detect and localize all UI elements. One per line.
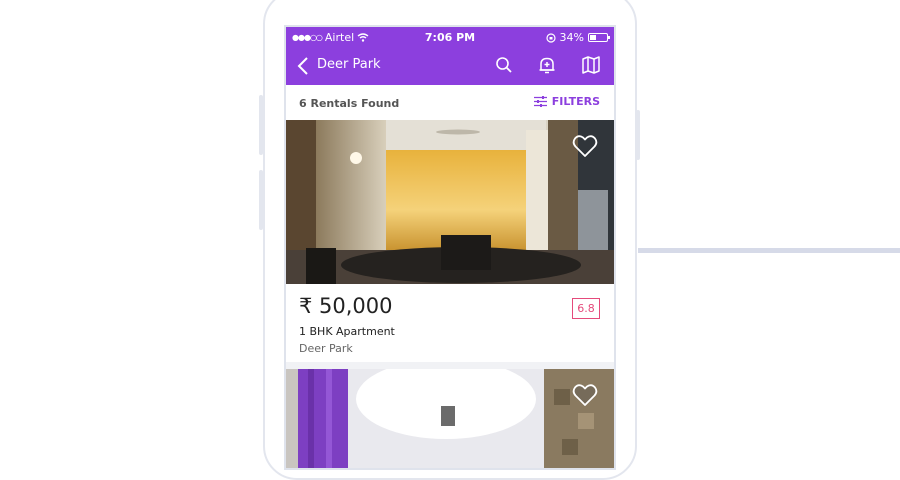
card-separator [286,362,614,369]
listing-type: 1 BHK Apartment [299,325,395,338]
listing-card[interactable]: ₹ 50,000 1 BHK Apartment Deer Park 6.8 [286,120,614,362]
map-button[interactable] [579,53,603,77]
back-chevron-icon [297,57,308,75]
room-photo [286,369,614,468]
orientation-lock-icon [545,32,556,43]
listing-location: Deer Park [299,342,353,355]
listing-photo [286,120,614,284]
volume-button [259,170,263,230]
rating-badge: 6.8 [572,298,600,319]
listing-price: ₹ 50,000 [299,294,393,318]
status-right: 34% [545,31,610,44]
results-bar: 6 Rentals Found FILTERS [286,85,614,121]
filters-button[interactable]: FILTERS [533,95,600,108]
filter-icon [533,96,547,107]
filters-label: FILTERS [551,95,600,108]
results-count: 6 Rentals Found [299,97,400,110]
favorite-heart-icon[interactable] [572,134,598,158]
battery-percent: 34% [559,31,584,44]
app-screen: ●●●○○ Airtel 7:06 PM 34% Deer Park 6 Ren… [284,25,616,470]
app-header: ●●●○○ Airtel 7:06 PM 34% Deer Park [286,27,614,85]
search-icon [496,57,512,73]
alert-button[interactable] [535,53,559,77]
back-button[interactable] [294,54,312,78]
background-divider [638,248,900,253]
room-photo [286,120,614,284]
search-button[interactable] [492,53,516,77]
nav-bar: Deer Park [286,49,614,83]
status-bar: ●●●○○ Airtel 7:06 PM 34% [286,27,614,47]
page-title: Deer Park [317,57,381,72]
volume-button [259,95,263,155]
listing-card[interactable] [286,369,614,468]
listing-photo [286,369,614,468]
power-button [636,110,640,160]
favorite-heart-icon[interactable] [572,383,598,407]
notification-add-icon [539,57,555,74]
battery-icon [588,33,610,42]
map-icon [582,56,600,74]
